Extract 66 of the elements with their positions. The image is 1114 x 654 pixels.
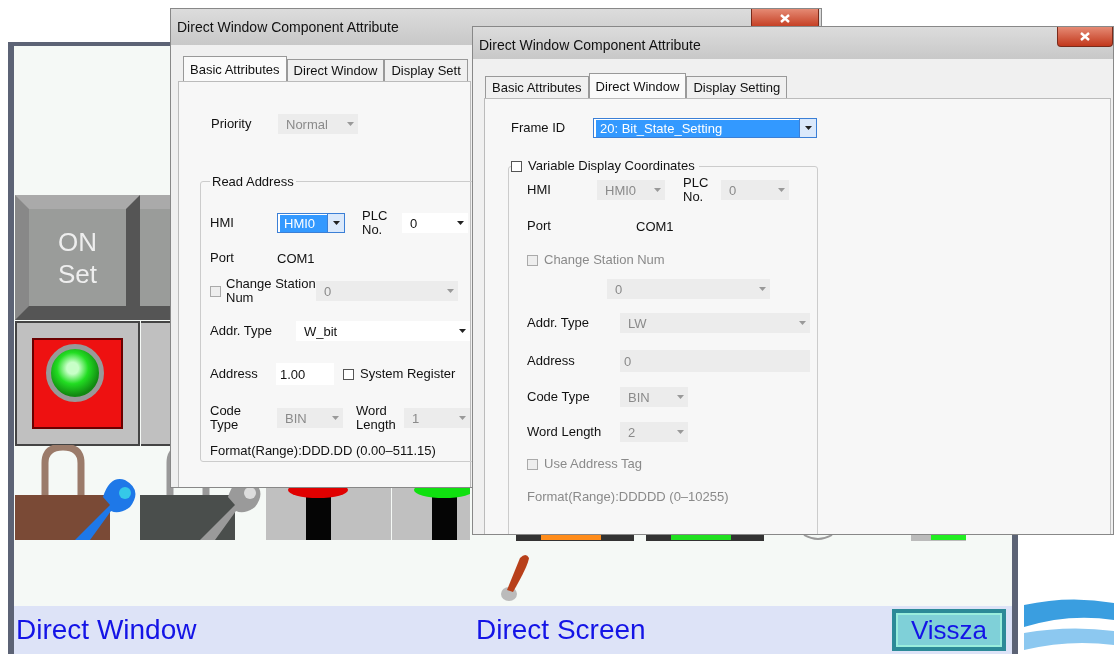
caret-icon bbox=[331, 416, 339, 420]
checkbox-label: Change Station Num bbox=[226, 277, 316, 305]
close-button[interactable] bbox=[1057, 27, 1113, 47]
screen-title: Direct Screen bbox=[476, 614, 647, 646]
field-label: HMI bbox=[210, 216, 235, 230]
checkbox-label: Use Address Tag bbox=[544, 457, 643, 471]
dropdown[interactable]: 20: Bit_State_Setting bbox=[593, 118, 817, 138]
tab[interactable]: Direct Window bbox=[588, 73, 687, 98]
field-label: Address bbox=[527, 354, 576, 368]
group-label: Read Address bbox=[211, 174, 295, 189]
caret-icon bbox=[458, 416, 466, 420]
close-button[interactable] bbox=[751, 9, 819, 29]
port-value: COM1 bbox=[277, 250, 315, 266]
dropdown[interactable]: HMI0 bbox=[277, 213, 345, 233]
caret-icon bbox=[456, 221, 464, 225]
tab[interactable]: Direct Window bbox=[286, 59, 385, 81]
set-button[interactable]: ON Set bbox=[15, 195, 140, 320]
field-label: Address bbox=[210, 367, 259, 381]
caret-icon bbox=[777, 188, 785, 192]
field-label: HMI bbox=[527, 183, 552, 197]
caret-icon bbox=[804, 126, 812, 130]
back-button[interactable]: Vissza bbox=[892, 609, 1006, 651]
checkbox[interactable] bbox=[343, 368, 354, 380]
field-label: PLC No. bbox=[362, 209, 389, 237]
close-icon bbox=[1080, 32, 1090, 41]
field-label: Addr. Type bbox=[527, 316, 590, 330]
tab[interactable]: Display Sett bbox=[384, 59, 468, 81]
field-label: Addr. Type bbox=[210, 324, 273, 338]
checkbox-label: System Register bbox=[360, 367, 456, 381]
field-label: Frame ID bbox=[511, 121, 567, 135]
caret-icon bbox=[458, 329, 466, 333]
field-label: PLC No. bbox=[683, 176, 710, 204]
tab[interactable]: Display Setting bbox=[686, 76, 788, 98]
close-icon bbox=[780, 14, 790, 23]
field-label: Word Length bbox=[527, 425, 603, 439]
checkbox-label: Variable Display Coordinates bbox=[528, 159, 695, 173]
caret-icon bbox=[798, 321, 806, 325]
field-label: Priority bbox=[211, 117, 253, 131]
caret-icon bbox=[676, 430, 684, 434]
lever-icon bbox=[500, 552, 530, 602]
dropdown[interactable]: 0 bbox=[402, 213, 468, 233]
format-text: Format(Range):DDDDD (0–10255) bbox=[527, 490, 729, 504]
caret-icon bbox=[332, 221, 340, 225]
field-label: Code Type bbox=[527, 390, 591, 404]
window-title: Direct Window Component Attribute bbox=[479, 37, 701, 53]
caret-icon bbox=[446, 289, 454, 293]
caret-icon bbox=[676, 395, 684, 399]
field-label: Port bbox=[527, 219, 552, 233]
port-value: COM1 bbox=[636, 218, 674, 234]
lamp-button[interactable] bbox=[15, 321, 140, 446]
screen-title: Direct Window bbox=[15, 614, 198, 646]
format-text: Format(Range):DDD.DD (0.00–511.15) bbox=[210, 444, 436, 458]
dropdown[interactable]: W_bit bbox=[296, 321, 470, 341]
lamp-icon bbox=[46, 344, 104, 402]
caret-icon bbox=[346, 122, 354, 126]
caret-icon bbox=[653, 188, 661, 192]
address-field[interactable]: 1.00 bbox=[276, 363, 334, 385]
tab[interactable]: Basic Attributes bbox=[485, 76, 589, 98]
caret-icon bbox=[758, 287, 766, 291]
field-label: Port bbox=[210, 251, 235, 265]
window-title: Direct Window Component Attribute bbox=[177, 19, 399, 35]
field-label: Code Type bbox=[210, 404, 243, 432]
tab[interactable]: Basic Attributes bbox=[183, 56, 287, 81]
checkbox[interactable] bbox=[511, 160, 522, 172]
checkbox-label: Change Station Num bbox=[544, 253, 665, 267]
field-label: Word Length bbox=[356, 404, 397, 432]
